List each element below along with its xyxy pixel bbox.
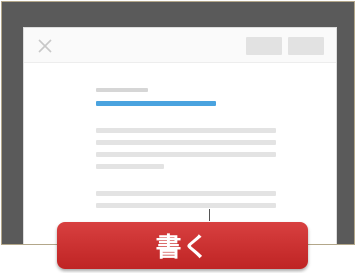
body-line — [96, 191, 276, 196]
body-line — [96, 140, 276, 145]
document-placeholder — [24, 62, 336, 244]
body-line — [96, 203, 276, 208]
text-cursor — [209, 209, 210, 221]
editor-window — [23, 27, 337, 244]
toolbar-button-1[interactable] — [246, 37, 282, 55]
close-icon[interactable] — [37, 38, 53, 54]
window-titlebar — [24, 28, 336, 63]
body-line — [96, 128, 276, 133]
write-button-label: 書く — [155, 233, 210, 263]
body-line — [96, 152, 276, 157]
toolbar-button-2[interactable] — [288, 37, 324, 55]
body-line — [96, 164, 164, 169]
write-button[interactable]: 書く — [57, 222, 308, 269]
kicker-line — [96, 88, 148, 92]
title-line — [96, 101, 216, 106]
